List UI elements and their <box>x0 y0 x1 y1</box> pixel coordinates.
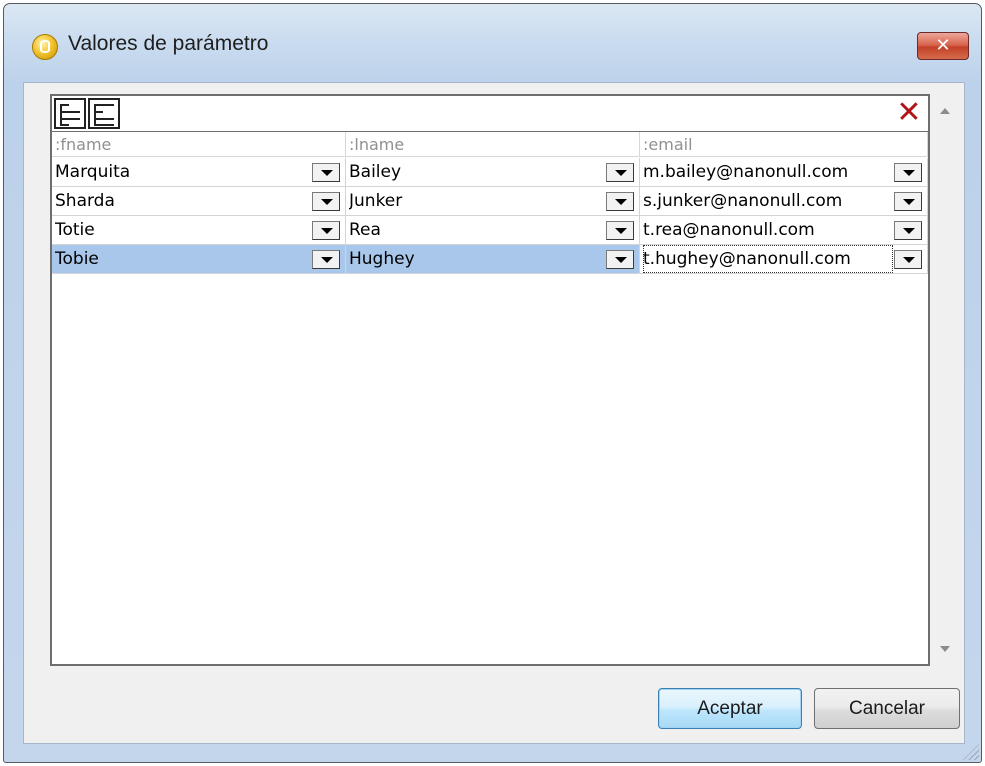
grid-toolbar: ✕ <box>52 96 928 132</box>
column-header-email: :email <box>640 132 928 157</box>
cancel-button[interactable]: Cancelar <box>814 688 960 729</box>
append-row-icon[interactable] <box>88 98 120 129</box>
fname-value: Totie <box>55 220 95 240</box>
email-value: s.junker@nanonull.com <box>643 191 843 211</box>
lname-cell[interactable]: Rea <box>346 216 640 245</box>
window-title: Valores de parámetro <box>68 32 269 55</box>
dropdown-arrow-icon[interactable] <box>894 163 922 182</box>
email-value: t.rea@nanonull.com <box>643 220 815 240</box>
dropdown-arrow-icon[interactable] <box>606 163 634 182</box>
lname-value: Rea <box>349 220 381 240</box>
scroll-down-icon[interactable] <box>940 646 950 652</box>
title-bar[interactable]: Valores de parámetro ✕ <box>4 4 981 80</box>
table-row-selected[interactable]: Tobie Hughey t.hughey@nanonull.com <box>52 245 928 274</box>
parameter-grid: ✕ :fname :lname :email Marquita Bailey m… <box>50 94 930 666</box>
close-button[interactable]: ✕ <box>917 32 969 60</box>
email-cell[interactable]: m.bailey@nanonull.com <box>640 158 928 187</box>
dropdown-arrow-icon[interactable] <box>312 221 340 240</box>
delete-row-icon[interactable]: ✕ <box>894 97 924 129</box>
dropdown-arrow-icon[interactable] <box>894 221 922 240</box>
dropdown-arrow-icon[interactable] <box>312 250 340 269</box>
lname-value: Junker <box>349 191 403 211</box>
dropdown-arrow-icon[interactable] <box>312 163 340 182</box>
fname-value: Tobie <box>55 249 99 269</box>
fname-cell[interactable]: Totie <box>52 216 346 245</box>
vertical-scrollbar[interactable] <box>934 94 956 666</box>
dropdown-arrow-icon[interactable] <box>312 192 340 211</box>
dropdown-arrow-icon[interactable] <box>606 250 634 269</box>
database-icon <box>32 34 58 60</box>
lname-cell[interactable]: Bailey <box>346 158 640 187</box>
lname-cell[interactable]: Hughey <box>346 245 640 274</box>
resize-grip-icon[interactable] <box>963 744 979 760</box>
table-row[interactable]: Totie Rea t.rea@nanonull.com <box>52 216 928 245</box>
insert-row-icon[interactable] <box>54 98 86 129</box>
fname-cell[interactable]: Tobie <box>52 245 346 274</box>
table-row[interactable]: Marquita Bailey m.bailey@nanonull.com <box>52 158 928 187</box>
dropdown-arrow-icon[interactable] <box>606 221 634 240</box>
email-cell-focused[interactable]: t.hughey@nanonull.com <box>640 245 928 274</box>
fname-value: Marquita <box>55 162 131 182</box>
dialog-client-area: ✕ :fname :lname :email Marquita Bailey m… <box>23 82 965 744</box>
fname-cell[interactable]: Marquita <box>52 158 346 187</box>
email-cell[interactable]: s.junker@nanonull.com <box>640 187 928 216</box>
lname-value: Bailey <box>349 162 402 182</box>
fname-cell[interactable]: Sharda <box>52 187 346 216</box>
dropdown-arrow-icon[interactable] <box>894 192 922 211</box>
ok-button[interactable]: Aceptar <box>658 688 802 729</box>
column-header-lname: :lname <box>346 132 640 157</box>
dropdown-arrow-icon[interactable] <box>894 250 922 269</box>
scroll-up-icon[interactable] <box>940 108 950 114</box>
email-cell[interactable]: t.rea@nanonull.com <box>640 216 928 245</box>
lname-value: Hughey <box>349 249 415 269</box>
dialog-window: Valores de parámetro ✕ ✕:fname:lname:… <box>3 3 982 763</box>
email-value: t.hughey@nanonull.com <box>643 245 893 273</box>
email-value: m.bailey@nanonull.com <box>643 162 849 182</box>
lname-cell[interactable]: Junker <box>346 187 640 216</box>
fname-value: Sharda <box>55 191 115 211</box>
column-header-fname: :fname <box>52 132 346 157</box>
table-row[interactable]: Sharda Junker s.junker@nanonull.com <box>52 187 928 216</box>
dropdown-arrow-icon[interactable] <box>606 192 634 211</box>
